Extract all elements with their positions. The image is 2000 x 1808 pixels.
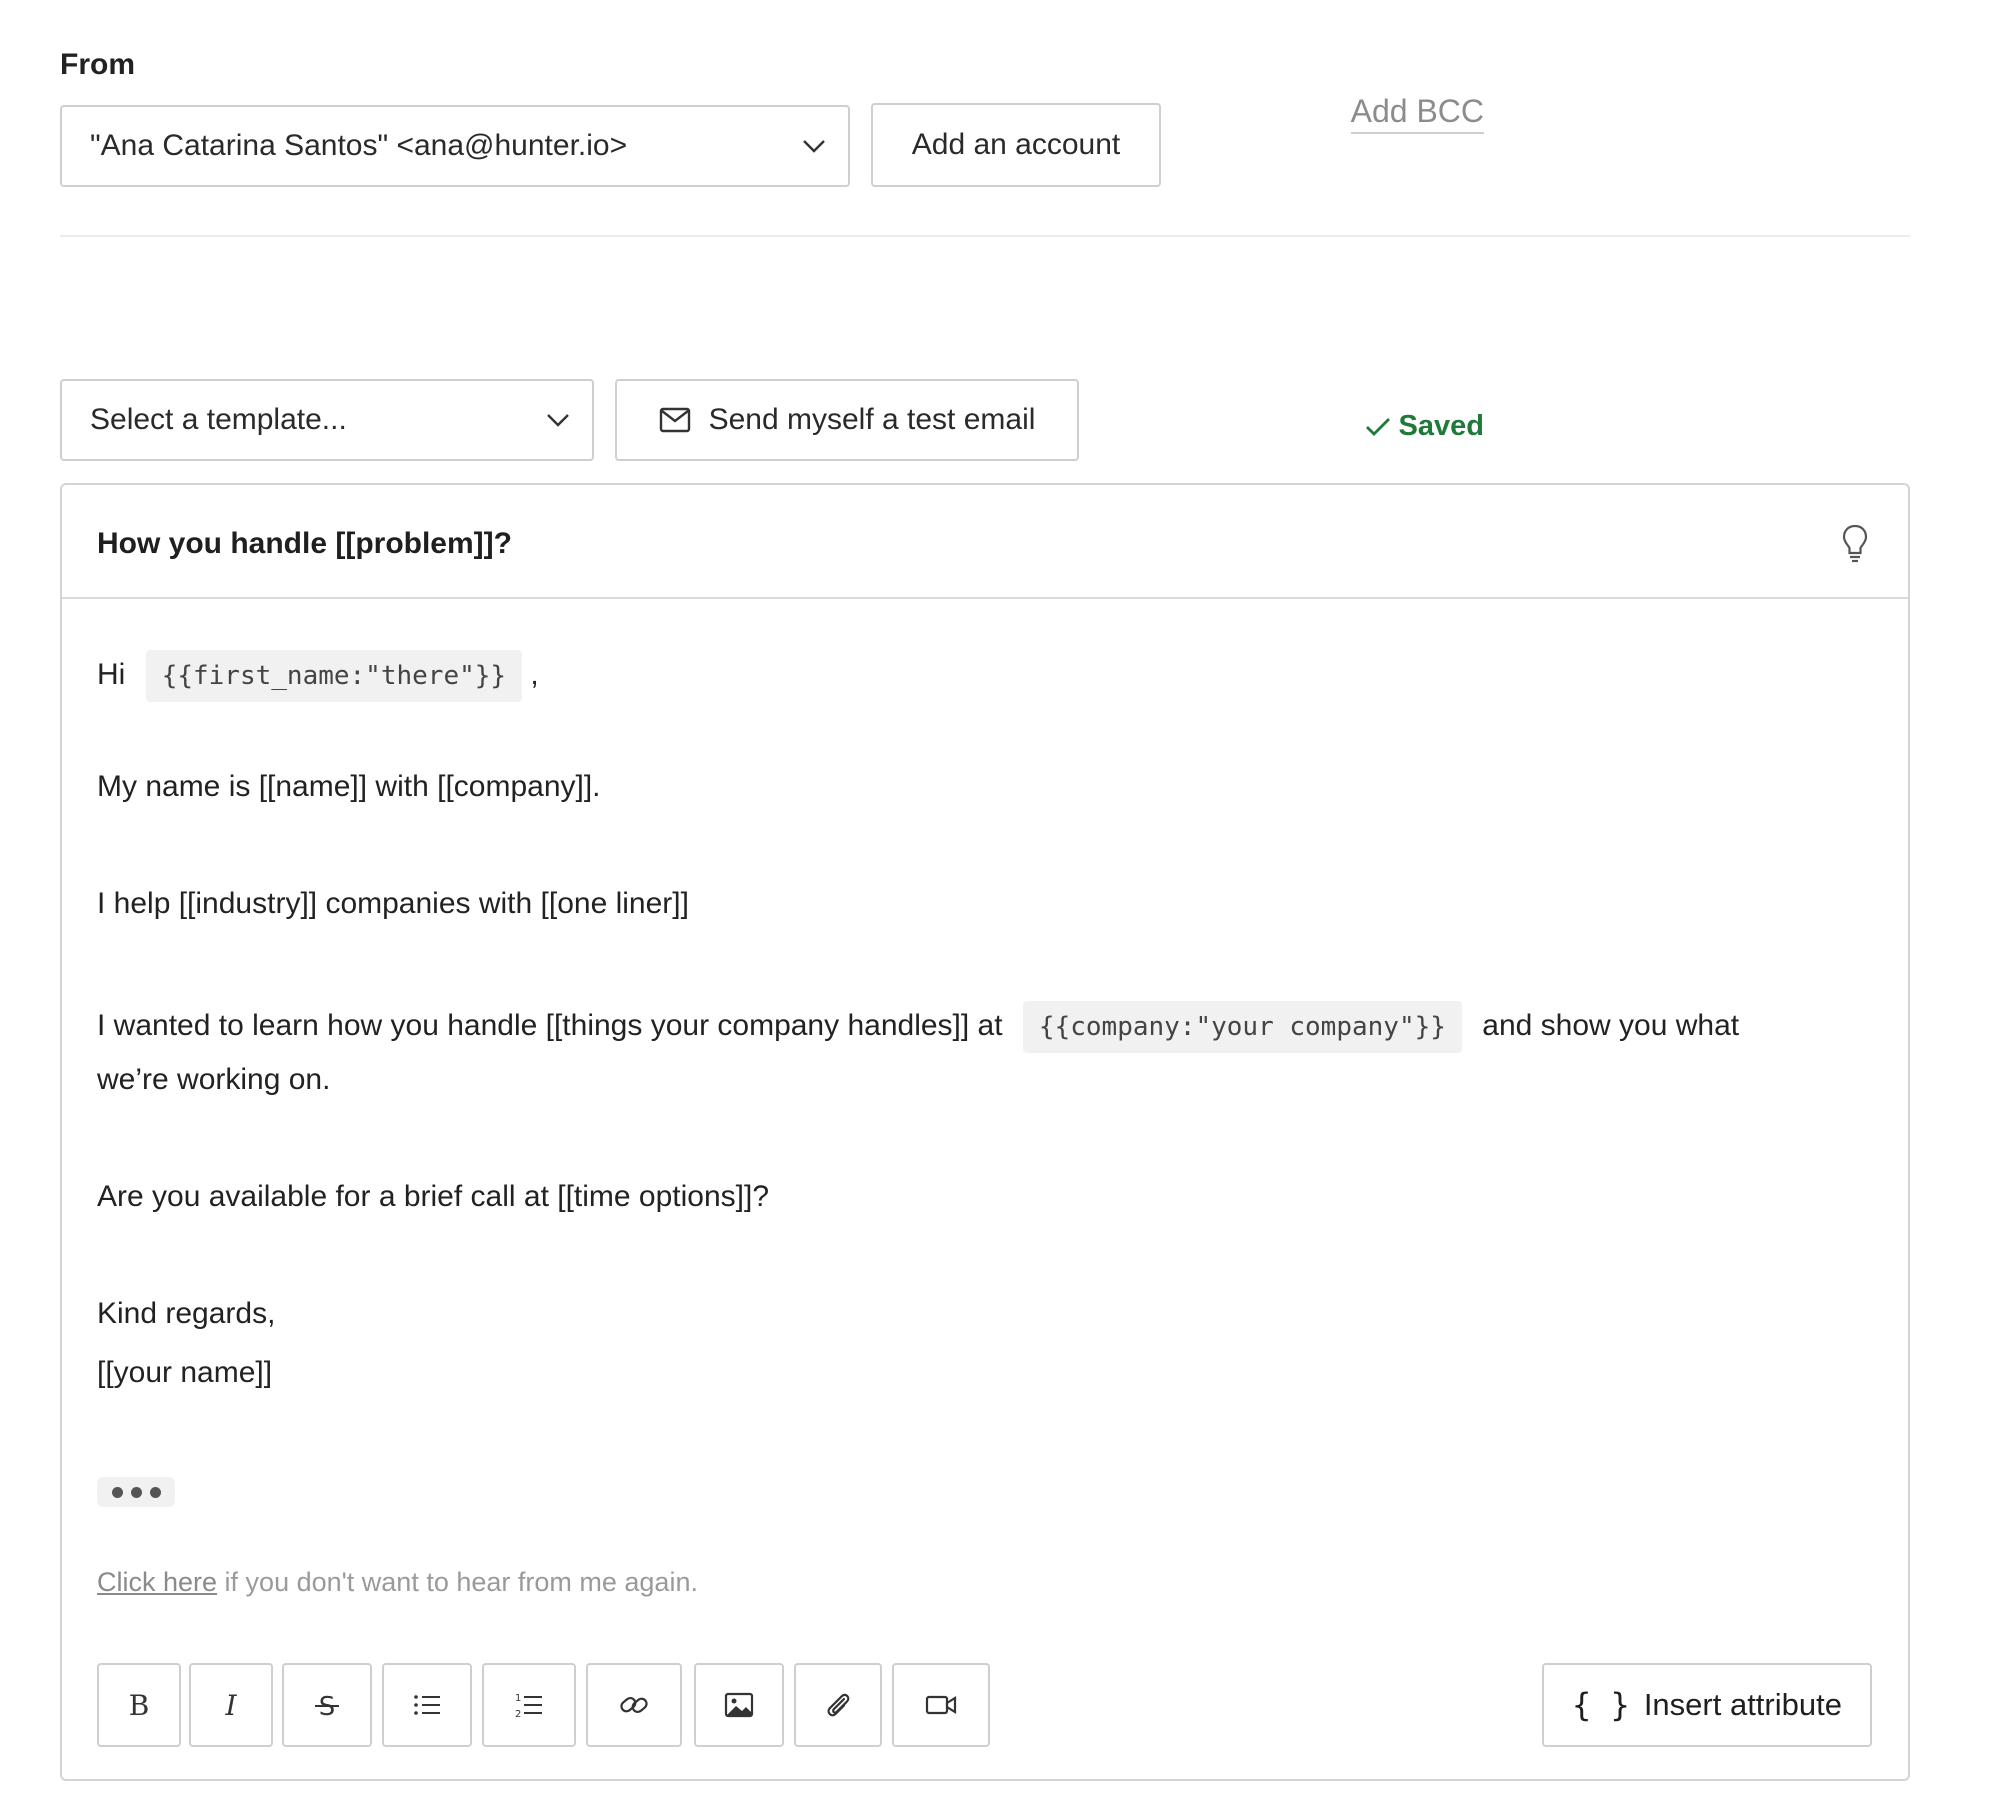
italic-button[interactable]: I (189, 1663, 273, 1747)
strikethrough-icon: S (315, 1692, 339, 1721)
svg-text:I: I (224, 1689, 237, 1721)
saved-status: Saved (1365, 410, 1484, 443)
link-icon (620, 1696, 648, 1714)
checkmark-icon (1365, 417, 1390, 436)
attachment-button[interactable] (794, 1663, 882, 1747)
greeting-text: Hi (97, 657, 126, 691)
send-test-email-button[interactable]: Send myself a test email (615, 379, 1079, 461)
svg-text:2: 2 (515, 1709, 521, 1720)
bold-button[interactable]: B (97, 1663, 181, 1747)
body-line[interactable]: I wanted to learn how you handle [[thing… (97, 1001, 1739, 1053)
dot (111, 1486, 123, 1498)
strikethrough-button[interactable]: S (282, 1663, 372, 1747)
show-trimmed-content-button[interactable] (97, 1477, 175, 1507)
lightbulb-icon[interactable] (1840, 523, 1870, 563)
image-icon (724, 1692, 754, 1718)
link-button[interactable] (586, 1663, 682, 1747)
email-editor: How you handle [[problem]]? Hi {{first_n… (60, 483, 1910, 1781)
image-button[interactable] (694, 1663, 784, 1747)
greeting-comma: , (530, 657, 539, 691)
template-select-value: Select a template... (90, 403, 347, 436)
subject-bar: How you handle [[problem]]? (62, 485, 1908, 599)
from-label: From (60, 48, 135, 81)
add-account-button[interactable]: Add an account (871, 103, 1161, 187)
dot (149, 1486, 161, 1498)
svg-text:1: 1 (515, 1693, 521, 1704)
greeting-line[interactable]: Hi {{first_name:"there"}} , (97, 650, 539, 702)
attachment-icon (827, 1693, 850, 1717)
braces-icon: { } (1572, 1686, 1630, 1724)
send-test-email-label: Send myself a test email (708, 403, 1036, 436)
dot (130, 1486, 142, 1498)
body-line[interactable]: Are you available for a brief call at [[… (97, 1177, 769, 1217)
chevron-down-icon (547, 414, 569, 427)
chevron-down-icon (803, 140, 825, 153)
bold-icon: B (129, 1689, 150, 1721)
unsubscribe-text: if you don't want to hear from me again. (217, 1567, 698, 1597)
attribute-chip[interactable]: {{first_name:"there"}} (145, 650, 523, 702)
envelope-icon (659, 407, 690, 433)
insert-attribute-button[interactable]: { } Insert attribute (1542, 1663, 1872, 1747)
video-button[interactable] (892, 1663, 990, 1747)
bullet-list-icon (414, 1695, 440, 1715)
signoff[interactable]: Kind regards, (97, 1294, 275, 1334)
italic-icon: I (224, 1689, 237, 1721)
body-line[interactable]: we’re working on. (97, 1060, 330, 1100)
body-text-segment: and show you what (1482, 1008, 1740, 1042)
divider (60, 235, 1910, 237)
add-bcc-link[interactable]: Add BCC (1350, 92, 1484, 134)
from-account-select[interactable]: "Ana Catarina Santos" <ana@hunter.io> (60, 105, 850, 187)
template-select[interactable]: Select a template... (60, 379, 594, 461)
bullet-list-button[interactable] (382, 1663, 472, 1747)
unsubscribe-link[interactable]: Click here (97, 1567, 217, 1597)
body-line[interactable]: I help [[industry]] companies with [[one… (97, 884, 689, 924)
attribute-chip[interactable]: {{company:"your company"}} (1022, 1001, 1462, 1053)
numbered-list-icon: 12 (515, 1693, 542, 1720)
subject-input[interactable]: How you handle [[problem]]? (97, 527, 512, 561)
video-icon (925, 1695, 957, 1715)
body-line[interactable]: My name is [[name]] with [[company]]. (97, 767, 601, 807)
signature[interactable]: [[your name]] (97, 1353, 272, 1393)
unsubscribe-line: Click here if you don't want to hear fro… (97, 1567, 698, 1598)
body-text-segment: I wanted to learn how you handle [[thing… (97, 1008, 1003, 1042)
insert-attribute-label: Insert attribute (1643, 1687, 1842, 1722)
svg-text:B: B (129, 1689, 150, 1721)
saved-label: Saved (1398, 410, 1484, 442)
numbered-list-button[interactable]: 12 (482, 1663, 576, 1747)
from-account-value: "Ana Catarina Santos" <ana@hunter.io> (90, 129, 628, 162)
